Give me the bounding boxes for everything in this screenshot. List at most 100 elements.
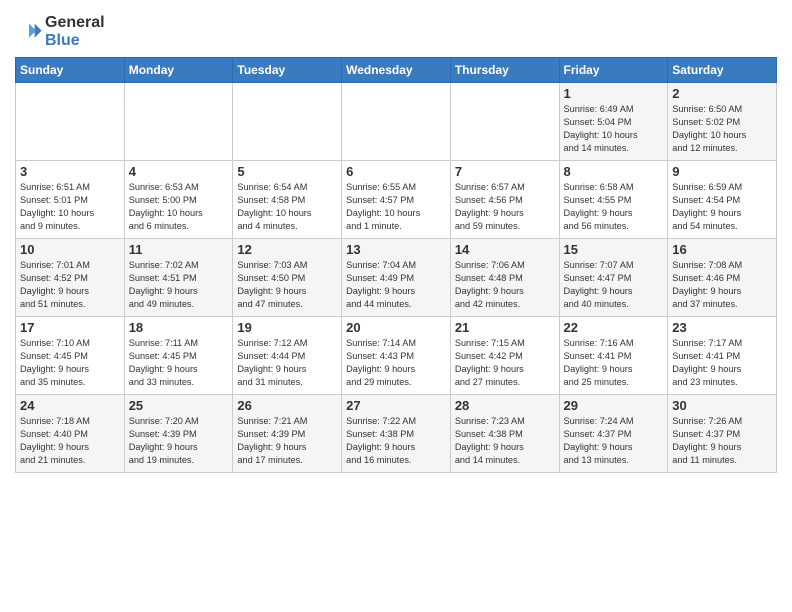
calendar-cell: 30 Sunrise: 7:26 AM Sunset: 4:37 PM Dayli… — [668, 395, 777, 473]
calendar-cell: 10 Sunrise: 7:01 AM Sunset: 4:52 PM Dayli… — [16, 239, 125, 317]
weekday-header-monday: Monday — [124, 58, 233, 83]
calendar-cell: 9 Sunrise: 6:59 AM Sunset: 4:54 PM Daylig… — [668, 161, 777, 239]
weekday-header-tuesday: Tuesday — [233, 58, 342, 83]
calendar-cell: 12 Sunrise: 7:03 AM Sunset: 4:50 PM Dayli… — [233, 239, 342, 317]
day-number: 30 — [672, 398, 772, 413]
day-number: 9 — [672, 164, 772, 179]
day-number: 23 — [672, 320, 772, 335]
day-info: Sunrise: 7:10 AM Sunset: 4:45 PM Dayligh… — [20, 337, 120, 389]
calendar-cell: 22Sunrise: 7:16 AM Sunset: 4:41 PM Dayli… — [559, 317, 668, 395]
day-info: Sunrise: 7:15 AM Sunset: 4:42 PM Dayligh… — [455, 337, 555, 389]
calendar-cell: 11 Sunrise: 7:02 AM Sunset: 4:51 PM Dayli… — [124, 239, 233, 317]
calendar-cell: 2 Sunrise: 6:50 AM Sunset: 5:02 PM Daylig… — [668, 83, 777, 161]
day-number: 10 — [20, 242, 120, 257]
calendar-cell: 18 Sunrise: 7:11 AM Sunset: 4:45 PM Dayli… — [124, 317, 233, 395]
day-number: 4 — [129, 164, 229, 179]
calendar-cell: 16Sunrise: 7:08 AM Sunset: 4:46 PM Dayli… — [668, 239, 777, 317]
calendar-cell — [233, 83, 342, 161]
day-number: 20 — [346, 320, 446, 335]
calendar-cell: 1 Sunrise: 6:49 AM Sunset: 5:04 PM Daylig… — [559, 83, 668, 161]
logo-icon — [15, 18, 43, 46]
day-info: Sunrise: 6:50 AM Sunset: 5:02 PM Dayligh… — [672, 103, 772, 155]
calendar-cell: 19 Sunrise: 7:12 AM Sunset: 4:44 PM Dayli… — [233, 317, 342, 395]
day-number: 12 — [237, 242, 337, 257]
day-number: 26 — [237, 398, 337, 413]
calendar-cell: 7Sunrise: 6:57 AM Sunset: 4:56 PM Daylig… — [450, 161, 559, 239]
calendar-cell — [342, 83, 451, 161]
day-info: Sunrise: 7:07 AM Sunset: 4:47 PM Dayligh… — [564, 259, 664, 311]
day-number: 15 — [564, 242, 664, 257]
calendar-cell: 20 Sunrise: 7:14 AM Sunset: 4:43 PM Dayli… — [342, 317, 451, 395]
day-number: 13 — [346, 242, 446, 257]
calendar-cell: 5Sunrise: 6:54 AM Sunset: 4:58 PM Daylig… — [233, 161, 342, 239]
week-row-4: 24 Sunrise: 7:18 AM Sunset: 4:40 PM Dayli… — [16, 395, 777, 473]
calendar-cell: 15 Sunrise: 7:07 AM Sunset: 4:47 PM Dayli… — [559, 239, 668, 317]
day-number: 25 — [129, 398, 229, 413]
calendar-cell: 28 Sunrise: 7:23 AM Sunset: 4:38 PM Dayli… — [450, 395, 559, 473]
calendar-cell: 29 Sunrise: 7:24 AM Sunset: 4:37 PM Dayli… — [559, 395, 668, 473]
calendar-cell: 17 Sunrise: 7:10 AM Sunset: 4:45 PM Dayli… — [16, 317, 125, 395]
logo: General Blue — [15, 14, 105, 49]
day-info: Sunrise: 6:51 AM Sunset: 5:01 PM Dayligh… — [20, 181, 120, 233]
day-number: 22 — [564, 320, 664, 335]
day-info: Sunrise: 7:02 AM Sunset: 4:51 PM Dayligh… — [129, 259, 229, 311]
day-info: Sunrise: 7:22 AM Sunset: 4:38 PM Dayligh… — [346, 415, 446, 467]
day-info: Sunrise: 6:49 AM Sunset: 5:04 PM Dayligh… — [564, 103, 664, 155]
calendar-cell: 8 Sunrise: 6:58 AM Sunset: 4:55 PM Daylig… — [559, 161, 668, 239]
day-info: Sunrise: 7:24 AM Sunset: 4:37 PM Dayligh… — [564, 415, 664, 467]
day-info: Sunrise: 7:12 AM Sunset: 4:44 PM Dayligh… — [237, 337, 337, 389]
day-info: Sunrise: 7:18 AM Sunset: 4:40 PM Dayligh… — [20, 415, 120, 467]
day-number: 14 — [455, 242, 555, 257]
calendar-cell: 27 Sunrise: 7:22 AM Sunset: 4:38 PM Dayli… — [342, 395, 451, 473]
day-number: 11 — [129, 242, 229, 257]
calendar-cell — [16, 83, 125, 161]
day-info: Sunrise: 7:14 AM Sunset: 4:43 PM Dayligh… — [346, 337, 446, 389]
week-row-1: 3 Sunrise: 6:51 AM Sunset: 5:01 PM Daylig… — [16, 161, 777, 239]
day-number: 19 — [237, 320, 337, 335]
day-info: Sunrise: 6:54 AM Sunset: 4:58 PM Dayligh… — [237, 181, 337, 233]
logo-text: General Blue — [45, 14, 105, 49]
week-row-2: 10 Sunrise: 7:01 AM Sunset: 4:52 PM Dayli… — [16, 239, 777, 317]
calendar-table: SundayMondayTuesdayWednesdayThursdayFrid… — [15, 57, 777, 473]
day-number: 2 — [672, 86, 772, 101]
day-number: 18 — [129, 320, 229, 335]
day-number: 29 — [564, 398, 664, 413]
weekday-header-friday: Friday — [559, 58, 668, 83]
page-container: General Blue SundayMondayTuesdayWednesda… — [0, 0, 792, 483]
calendar-cell: 14 Sunrise: 7:06 AM Sunset: 4:48 PM Dayli… — [450, 239, 559, 317]
day-info: Sunrise: 7:17 AM Sunset: 4:41 PM Dayligh… — [672, 337, 772, 389]
calendar-cell: 26 Sunrise: 7:21 AM Sunset: 4:39 PM Dayli… — [233, 395, 342, 473]
day-info: Sunrise: 7:08 AM Sunset: 4:46 PM Dayligh… — [672, 259, 772, 311]
day-info: Sunrise: 6:58 AM Sunset: 4:55 PM Dayligh… — [564, 181, 664, 233]
day-info: Sunrise: 7:03 AM Sunset: 4:50 PM Dayligh… — [237, 259, 337, 311]
calendar-cell: 21Sunrise: 7:15 AM Sunset: 4:42 PM Dayli… — [450, 317, 559, 395]
day-number: 24 — [20, 398, 120, 413]
day-info: Sunrise: 7:21 AM Sunset: 4:39 PM Dayligh… — [237, 415, 337, 467]
calendar-cell: 24 Sunrise: 7:18 AM Sunset: 4:40 PM Dayli… — [16, 395, 125, 473]
day-number: 27 — [346, 398, 446, 413]
day-info: Sunrise: 7:23 AM Sunset: 4:38 PM Dayligh… — [455, 415, 555, 467]
day-info: Sunrise: 7:04 AM Sunset: 4:49 PM Dayligh… — [346, 259, 446, 311]
day-number: 28 — [455, 398, 555, 413]
header: General Blue — [15, 10, 777, 49]
day-number: 3 — [20, 164, 120, 179]
weekday-header-sunday: Sunday — [16, 58, 125, 83]
day-info: Sunrise: 7:26 AM Sunset: 4:37 PM Dayligh… — [672, 415, 772, 467]
day-info: Sunrise: 7:20 AM Sunset: 4:39 PM Dayligh… — [129, 415, 229, 467]
day-number: 1 — [564, 86, 664, 101]
weekday-header-row: SundayMondayTuesdayWednesdayThursdayFrid… — [16, 58, 777, 83]
day-number: 8 — [564, 164, 664, 179]
weekday-header-wednesday: Wednesday — [342, 58, 451, 83]
day-info: Sunrise: 6:59 AM Sunset: 4:54 PM Dayligh… — [672, 181, 772, 233]
weekday-header-saturday: Saturday — [668, 58, 777, 83]
calendar-cell: 4 Sunrise: 6:53 AM Sunset: 5:00 PM Daylig… — [124, 161, 233, 239]
day-info: Sunrise: 7:06 AM Sunset: 4:48 PM Dayligh… — [455, 259, 555, 311]
day-number: 7 — [455, 164, 555, 179]
day-info: Sunrise: 7:01 AM Sunset: 4:52 PM Dayligh… — [20, 259, 120, 311]
calendar-cell — [124, 83, 233, 161]
day-number: 17 — [20, 320, 120, 335]
day-info: Sunrise: 7:11 AM Sunset: 4:45 PM Dayligh… — [129, 337, 229, 389]
week-row-0: 1 Sunrise: 6:49 AM Sunset: 5:04 PM Daylig… — [16, 83, 777, 161]
day-number: 6 — [346, 164, 446, 179]
day-info: Sunrise: 6:53 AM Sunset: 5:00 PM Dayligh… — [129, 181, 229, 233]
